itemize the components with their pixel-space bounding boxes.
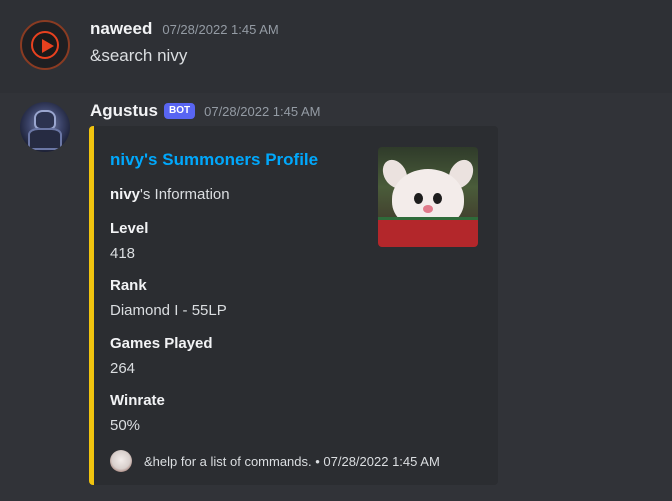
embed-description-bold: nivy xyxy=(110,186,141,203)
thumb-scarf xyxy=(378,217,478,247)
embed-title-link[interactable]: nivy's Summoners Profile xyxy=(110,150,318,170)
thumb-eye-right xyxy=(433,193,442,204)
bot-avatar[interactable] xyxy=(20,102,70,152)
embed-description-text: 's Information xyxy=(140,186,230,203)
embed-footer: &help for a list of commands. • 07/28/20… xyxy=(110,450,440,472)
poro-thumbnail[interactable] xyxy=(378,147,478,247)
poro-icon xyxy=(110,450,132,472)
field-name: Games Played xyxy=(110,335,213,352)
message-header: naweed 07/28/2022 1:45 AM xyxy=(90,19,279,39)
field-name: Level xyxy=(110,220,149,237)
armored-knight-avatar xyxy=(34,110,56,130)
timestamp: 07/28/2022 1:45 AM xyxy=(204,103,321,119)
username[interactable]: Agustus xyxy=(90,101,158,121)
footer-text: &help for a list of commands. • 07/28/20… xyxy=(144,453,440,469)
thumb-nose xyxy=(423,205,433,213)
embed-description: nivy's Information xyxy=(110,186,230,203)
embed-field: Winrate 50% xyxy=(110,392,165,434)
field-name: Rank xyxy=(110,277,147,294)
field-value: 50% xyxy=(110,417,141,434)
field-value: 418 xyxy=(110,245,136,262)
bot-badge: BOT xyxy=(164,103,196,119)
avatar-armor xyxy=(28,128,62,150)
thumb-eye-left xyxy=(414,193,423,204)
username[interactable]: naweed xyxy=(90,19,152,39)
message-header: Agustus BOT 07/28/2022 1:45 AM xyxy=(90,101,320,121)
field-value: Diamond I - 55LP xyxy=(110,302,227,319)
embed: nivy's Summoners Profile nivy's Informat… xyxy=(89,126,498,485)
embed-field: Level 418 xyxy=(110,220,148,262)
user-avatar[interactable] xyxy=(20,20,70,70)
embed-field: Rank Diamond I - 55LP xyxy=(110,277,227,319)
play-icon xyxy=(31,31,59,59)
message-content: &search nivy xyxy=(90,46,188,65)
message-naweed: naweed 07/28/2022 1:45 AM &search nivy xyxy=(0,0,672,93)
field-name: Winrate xyxy=(110,392,165,409)
embed-field: Games Played 264 xyxy=(110,335,213,377)
timestamp: 07/28/2022 1:45 AM xyxy=(162,21,279,37)
field-value: 264 xyxy=(110,360,136,377)
message-agustus: Agustus BOT 07/28/2022 1:45 AM nivy's Su… xyxy=(0,93,672,501)
